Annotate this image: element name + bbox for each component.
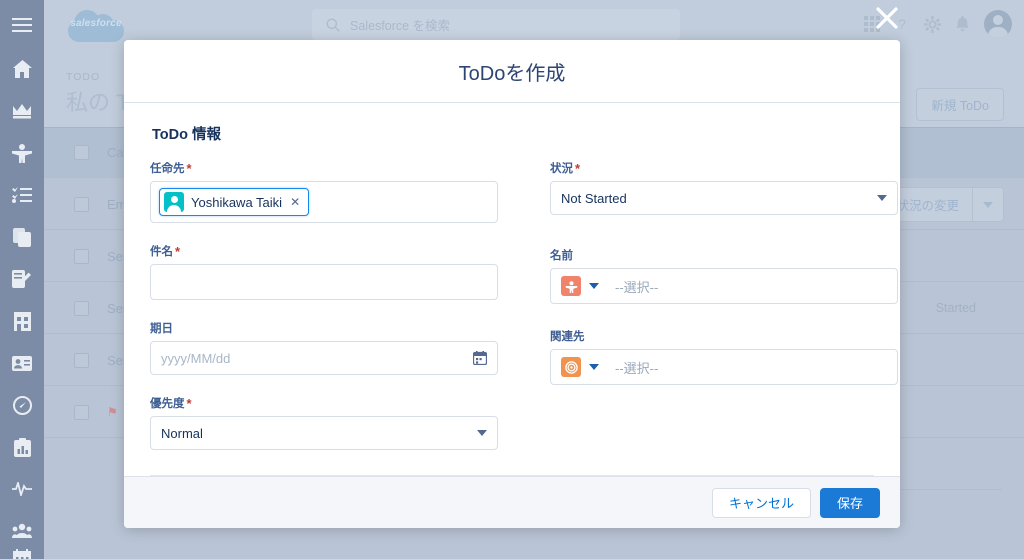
- chevron-down-icon[interactable]: [589, 283, 599, 289]
- field-status: 状況 * Not Started: [550, 160, 898, 215]
- subject-label: 件名 *: [150, 243, 498, 259]
- opportunity-object-icon[interactable]: [561, 357, 581, 377]
- priority-label: 優先度 *: [150, 395, 498, 411]
- subject-input[interactable]: [150, 264, 498, 300]
- task-list-icon[interactable]: [0, 184, 44, 206]
- name-label: 名前: [550, 247, 898, 263]
- list-title: 私の T: [66, 90, 130, 115]
- field-subject: 件名 *: [150, 243, 498, 300]
- assignee-label-text: 任命先: [150, 163, 185, 175]
- section-title: ToDo 情報: [152, 127, 221, 143]
- modal-header: ToDoを作成: [124, 40, 900, 103]
- crown-icon[interactable]: [0, 100, 44, 122]
- assignee-pill[interactable]: Yoshikawa Taiki ✕: [159, 188, 310, 216]
- activity-pulse-icon[interactable]: [0, 478, 44, 500]
- priority-value: Normal: [161, 425, 203, 441]
- row-checkbox[interactable]: [74, 300, 89, 316]
- due-date-input[interactable]: yyyy/MM/dd: [150, 341, 498, 375]
- salesforce-logo[interactable]: salesforce: [62, 6, 130, 44]
- save-button[interactable]: 保存: [819, 487, 880, 518]
- setup-gear-icon[interactable]: [924, 15, 941, 33]
- close-modal-button[interactable]: [872, 3, 902, 33]
- row-checkbox[interactable]: [74, 352, 89, 368]
- user-avatar-icon: [164, 192, 184, 212]
- row-checkbox[interactable]: [74, 196, 89, 212]
- due-date-label-text: 期日: [150, 323, 173, 335]
- required-marker: *: [186, 160, 192, 176]
- chevron-down-icon[interactable]: [589, 364, 599, 370]
- subject-label-text: 件名: [150, 246, 173, 258]
- home-icon[interactable]: [0, 58, 44, 80]
- assignee-name: Yoshikawa Taiki: [191, 194, 283, 210]
- modal-body: ToDo 情報 任命先 * Yoshikawa Taiki ✕ 件名 * 期日 …: [124, 103, 900, 471]
- files-icon[interactable]: [0, 226, 44, 248]
- chevron-down-icon: [877, 195, 887, 201]
- search-icon: [326, 18, 340, 32]
- clipboard-chart-icon[interactable]: [0, 436, 44, 458]
- row-checkbox[interactable]: [74, 145, 89, 160]
- priority-select[interactable]: Normal: [150, 416, 498, 450]
- form-column-left: 任命先 * Yoshikawa Taiki ✕ 件名 * 期日 yyyy/MM/…: [150, 160, 524, 470]
- dashboard-gauge-icon[interactable]: [0, 394, 44, 416]
- building-icon[interactable]: [0, 310, 44, 332]
- field-priority: 優先度 * Normal: [150, 395, 498, 450]
- assignee-label: 任命先 *: [150, 160, 498, 176]
- assignee-lookup-input[interactable]: Yoshikawa Taiki ✕: [150, 181, 498, 223]
- new-todo-button[interactable]: 新規 ToDo: [916, 88, 1004, 121]
- field-name: 名前 --選択--: [550, 247, 898, 304]
- field-assignee: 任命先 * Yoshikawa Taiki ✕: [150, 160, 498, 223]
- app-root: salesforce Salesforce を検索 ? TODO 私の T 新規…: [0, 0, 1024, 559]
- calendar-icon[interactable]: [473, 351, 487, 365]
- related-to-lookup-input[interactable]: --選択--: [550, 349, 898, 385]
- status-select[interactable]: Not Started: [550, 181, 898, 215]
- close-icon: [876, 7, 898, 29]
- user-avatar[interactable]: [984, 10, 1012, 38]
- list-eyebrow: TODO: [66, 71, 101, 83]
- global-nav-rail: [0, 0, 44, 559]
- status-label: 状況 *: [550, 160, 898, 176]
- related-to-label: 関連先: [550, 328, 898, 344]
- name-placeholder: --選択--: [615, 279, 659, 295]
- status-label-text: 状況: [550, 163, 573, 175]
- form-grid: 任命先 * Yoshikawa Taiki ✕ 件名 * 期日 yyyy/MM/…: [150, 160, 898, 470]
- row-checkbox[interactable]: [74, 404, 89, 420]
- hamburger-menu-icon[interactable]: [0, 14, 44, 36]
- salesforce-logo-text: salesforce: [70, 18, 122, 29]
- modal-footer: キャンセル 保存: [124, 476, 900, 528]
- row-status: Started: [935, 301, 976, 315]
- related-to-placeholder: --選択--: [615, 360, 659, 376]
- modal-title: ToDoを作成: [458, 62, 566, 85]
- contact-card-icon[interactable]: [0, 352, 44, 374]
- remove-assignee-icon[interactable]: ✕: [289, 196, 301, 208]
- contact-object-icon[interactable]: [561, 276, 581, 296]
- cancel-button[interactable]: キャンセル: [711, 487, 811, 518]
- required-marker: *: [186, 395, 192, 411]
- calendar-icon[interactable]: [0, 546, 44, 559]
- flag-icon: ⚑: [107, 405, 118, 419]
- star-person-icon[interactable]: [0, 142, 44, 164]
- form-column-right: 状況 * Not Started 名前 --選択-- 関連先 --選択--: [524, 160, 898, 470]
- priority-label-text: 優先度: [150, 398, 185, 410]
- global-search-box[interactable]: Salesforce を検索: [312, 9, 680, 40]
- due-date-placeholder: yyyy/MM/dd: [161, 350, 231, 366]
- field-due-date: 期日 yyyy/MM/dd: [150, 320, 498, 375]
- due-date-label: 期日: [150, 320, 498, 336]
- row-checkbox[interactable]: [74, 248, 89, 264]
- name-lookup-input[interactable]: --選択--: [550, 268, 898, 304]
- people-group-icon[interactable]: [0, 520, 44, 542]
- required-marker: *: [175, 243, 181, 259]
- create-todo-modal: ToDoを作成 ToDo 情報 任命先 * Yoshikawa Taiki ✕ …: [124, 40, 900, 528]
- global-search-placeholder: Salesforce を検索: [350, 19, 451, 33]
- edit-document-icon[interactable]: [0, 268, 44, 290]
- notifications-bell-icon[interactable]: [955, 16, 970, 32]
- related-to-label-text: 関連先: [550, 331, 585, 343]
- chevron-down-icon: [477, 430, 487, 436]
- status-value: Not Started: [561, 190, 627, 206]
- name-label-text: 名前: [550, 250, 573, 262]
- field-related-to: 関連先 --選択--: [550, 328, 898, 385]
- required-marker: *: [575, 160, 581, 176]
